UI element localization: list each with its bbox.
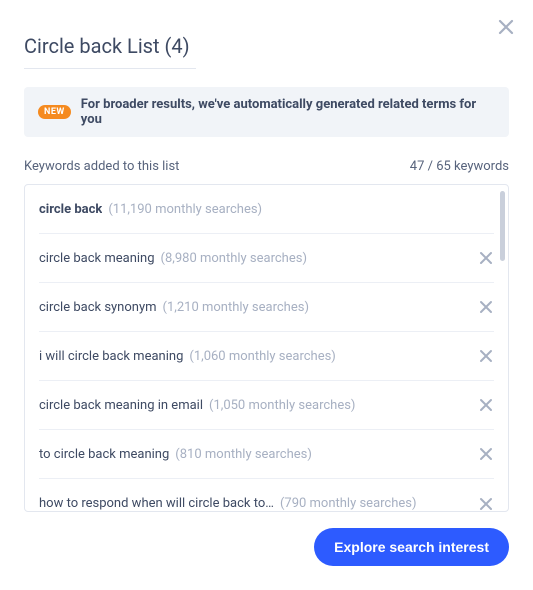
counts-status: 47 / 65 keywords — [410, 159, 509, 174]
keyword-term: circle back meaning in email — [39, 398, 203, 413]
keyword-meta: (790 monthly searches) — [280, 496, 417, 511]
new-badge: NEW — [38, 105, 71, 119]
remove-keyword-icon[interactable] — [478, 446, 494, 462]
keyword-list-modal: Circle back List (4) NEW For broader res… — [0, 0, 533, 590]
page-title: Circle back List (4) — [24, 34, 196, 69]
keyword-term: circle back — [39, 202, 102, 217]
close-icon[interactable] — [497, 18, 515, 36]
counts-label: Keywords added to this list — [24, 159, 179, 174]
keyword-term: to circle back meaning — [39, 447, 169, 462]
remove-keyword-icon[interactable] — [478, 299, 494, 315]
remove-keyword-icon[interactable] — [478, 496, 494, 512]
keyword-meta: (1,050 monthly searches) — [209, 398, 355, 413]
keyword-meta: (1,060 monthly searches) — [189, 349, 335, 364]
keyword-term: circle back meaning — [39, 251, 155, 266]
keyword-meta: (11,190 monthly searches) — [108, 202, 262, 217]
keyword-row: how to respond when will circle back to…… — [39, 479, 494, 511]
keyword-term: circle back synonym — [39, 300, 157, 315]
keyword-meta: (1,210 monthly searches) — [163, 300, 309, 315]
keyword-row: to circle back meaning (810 monthly searc… — [39, 430, 494, 479]
scrollbar-thumb[interactable] — [500, 191, 505, 261]
keyword-term: how to respond when will circle back to… — [39, 496, 274, 511]
explore-button[interactable]: Explore search interest — [314, 528, 509, 566]
info-banner: NEW For broader results, we've automatic… — [24, 87, 509, 137]
keyword-meta: (8,980 monthly searches) — [161, 251, 307, 266]
remove-keyword-icon[interactable] — [478, 397, 494, 413]
keyword-row: circle back meaning (8,980 monthly search… — [39, 234, 494, 283]
remove-keyword-icon[interactable] — [478, 250, 494, 266]
keyword-row: circle back synonym (1,210 monthly search… — [39, 283, 494, 332]
keyword-term: i will circle back meaning — [39, 349, 183, 364]
keyword-row: circle back meaning in email (1,050 month… — [39, 381, 494, 430]
keyword-list: circle back(11,190 monthly searches)circ… — [24, 184, 509, 512]
banner-text: For broader results, we've automatically… — [81, 97, 495, 127]
keyword-row: i will circle back meaning (1,060 monthly… — [39, 332, 494, 381]
keyword-meta: (810 monthly searches) — [175, 447, 312, 462]
remove-keyword-icon[interactable] — [478, 348, 494, 364]
keyword-row: circle back (11,190 monthly searches) — [39, 185, 494, 234]
counts-row: Keywords added to this list 47 / 65 keyw… — [24, 159, 509, 174]
